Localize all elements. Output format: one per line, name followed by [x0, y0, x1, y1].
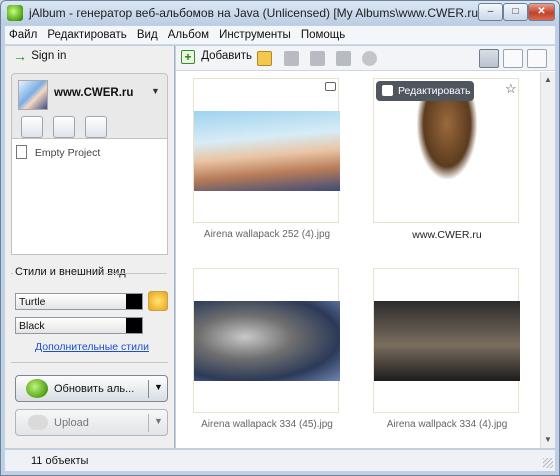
maximize-button[interactable]: □ — [503, 3, 528, 21]
search-icon[interactable] — [21, 116, 43, 138]
rotate-left-icon[interactable] — [310, 51, 325, 66]
status-text: 11 объекты — [31, 455, 89, 467]
menu-album[interactable]: Альбом — [164, 26, 212, 41]
variant-select[interactable]: Black — [15, 317, 143, 334]
jalbum-app-icon — [7, 5, 23, 21]
vertical-scrollbar[interactable]: ▲ ▼ — [540, 72, 555, 448]
title-bar[interactable]: jAlbum - генератор веб-альбомов на Java … — [1, 1, 559, 25]
thumbnail-grid: Airena wallapack 252 (4).jpg Редактирова… — [176, 72, 540, 448]
menu-tools[interactable]: Инструменты — [215, 26, 294, 41]
thumbnail-card[interactable]: Airena wallapack 252 (4).jpg — [193, 78, 340, 240]
menu-bar: Файл Редактировать Вид Альбом Инструмент… — [5, 26, 555, 45]
close-button[interactable]: ✕ — [528, 3, 555, 21]
star-icon[interactable]: ☆ — [505, 81, 517, 97]
style-value: Turtle — [19, 296, 46, 308]
project-thumbnail — [18, 80, 48, 110]
thumbnail-caption: Airena wallapack 252 (4).jpg — [203, 229, 331, 240]
more-styles-link[interactable]: Дополнительные стили — [35, 341, 149, 353]
style-settings-icon[interactable] — [148, 291, 168, 311]
styles-section-label: Стили и внешний вид — [15, 266, 126, 278]
edit-button[interactable]: Редактировать — [376, 81, 474, 101]
thumbnail-card[interactable]: Airena wallpack 334 (4).jpg — [373, 268, 520, 430]
divider — [105, 273, 167, 274]
add-button[interactable]: + Добавить — [181, 50, 252, 64]
sync-icon[interactable] — [85, 116, 107, 138]
window-title: jAlbum - генератор веб-альбомов на Java … — [29, 6, 482, 20]
variant-color-swatch — [126, 318, 142, 333]
left-panel: → Sign in www.CWER.ru ▼ Empty Project Ст… — [5, 46, 175, 448]
thumbnail-card[interactable]: Airena wallapack 334 (45).jpg — [193, 268, 340, 430]
pencil-icon — [382, 85, 393, 96]
update-album-label: Обновить аль... — [54, 383, 135, 395]
edit-view-icon[interactable] — [503, 49, 523, 68]
preview-icon[interactable] — [527, 49, 547, 68]
app-window: jAlbum - генератор веб-альбомов на Java … — [0, 0, 560, 476]
document-icon — [16, 145, 27, 159]
folder-up-icon[interactable] — [284, 51, 299, 66]
chevron-down-icon[interactable]: ▼ — [154, 382, 163, 392]
variant-value: Black — [19, 320, 45, 332]
resize-grip-icon[interactable] — [543, 458, 553, 468]
sign-in-link[interactable]: → Sign in — [13, 48, 67, 64]
divider — [11, 273, 13, 274]
menu-view[interactable]: Вид — [133, 26, 161, 41]
thumbnail-caption: Airena wallpack 334 (4).jpg — [386, 419, 508, 430]
rotate-right-icon[interactable] — [336, 51, 351, 66]
thumbnail-image[interactable] — [194, 111, 340, 191]
new-folder-icon[interactable] — [257, 51, 272, 66]
grid-view-icon[interactable] — [479, 49, 499, 68]
sign-in-label: Sign in — [31, 50, 67, 62]
thumbnail-card[interactable]: Редактировать ☆ www.CWER.ru — [373, 78, 519, 241]
menu-help[interactable]: Помощь — [297, 26, 348, 41]
divider — [148, 414, 149, 432]
status-bar: 11 объекты — [5, 449, 555, 471]
scroll-down-icon[interactable]: ▼ — [544, 435, 552, 444]
project-dropdown-icon[interactable]: ▼ — [151, 86, 160, 96]
scroll-up-icon[interactable]: ▲ — [544, 75, 552, 84]
add-icon: + — [181, 50, 195, 64]
upload-icon — [28, 415, 48, 430]
project-name: www.CWER.ru — [54, 87, 134, 99]
divider — [11, 362, 168, 363]
empty-project-item[interactable]: Empty Project — [16, 145, 100, 159]
edit-label: Редактировать — [398, 85, 471, 97]
style-color-swatch — [126, 294, 142, 309]
frog-icon — [26, 379, 48, 398]
upload-button[interactable]: Upload ▼ — [15, 409, 168, 436]
upload-label: Upload — [54, 417, 89, 429]
toolbar: + Добавить — [176, 46, 555, 71]
folder-icon — [325, 82, 336, 91]
menu-file[interactable]: Файл — [5, 26, 40, 41]
info-icon[interactable] — [53, 116, 75, 138]
thumbnail-caption: Airena wallapack 334 (45).jpg — [201, 419, 333, 430]
update-album-button[interactable]: Обновить аль... ▼ — [15, 375, 168, 402]
sign-in-arrow-icon: → — [13, 48, 27, 64]
add-label: Добавить — [201, 50, 253, 62]
chevron-down-icon[interactable]: ▼ — [154, 416, 163, 426]
minimize-button[interactable]: – — [478, 3, 503, 21]
thumbnail-image[interactable] — [374, 301, 520, 381]
delete-icon[interactable] — [362, 51, 377, 66]
menu-edit[interactable]: Редактировать — [43, 26, 129, 41]
main-panel: + Добавить Airena wallapack 252 (4).jpg — [176, 46, 555, 448]
thumbnail-caption: www.CWER.ru — [412, 229, 482, 241]
style-select[interactable]: Turtle — [15, 293, 143, 310]
divider — [148, 380, 149, 398]
project-tree[interactable]: Empty Project — [11, 138, 168, 255]
thumbnail-image[interactable] — [194, 301, 340, 381]
empty-project-label: Empty Project — [34, 147, 101, 159]
